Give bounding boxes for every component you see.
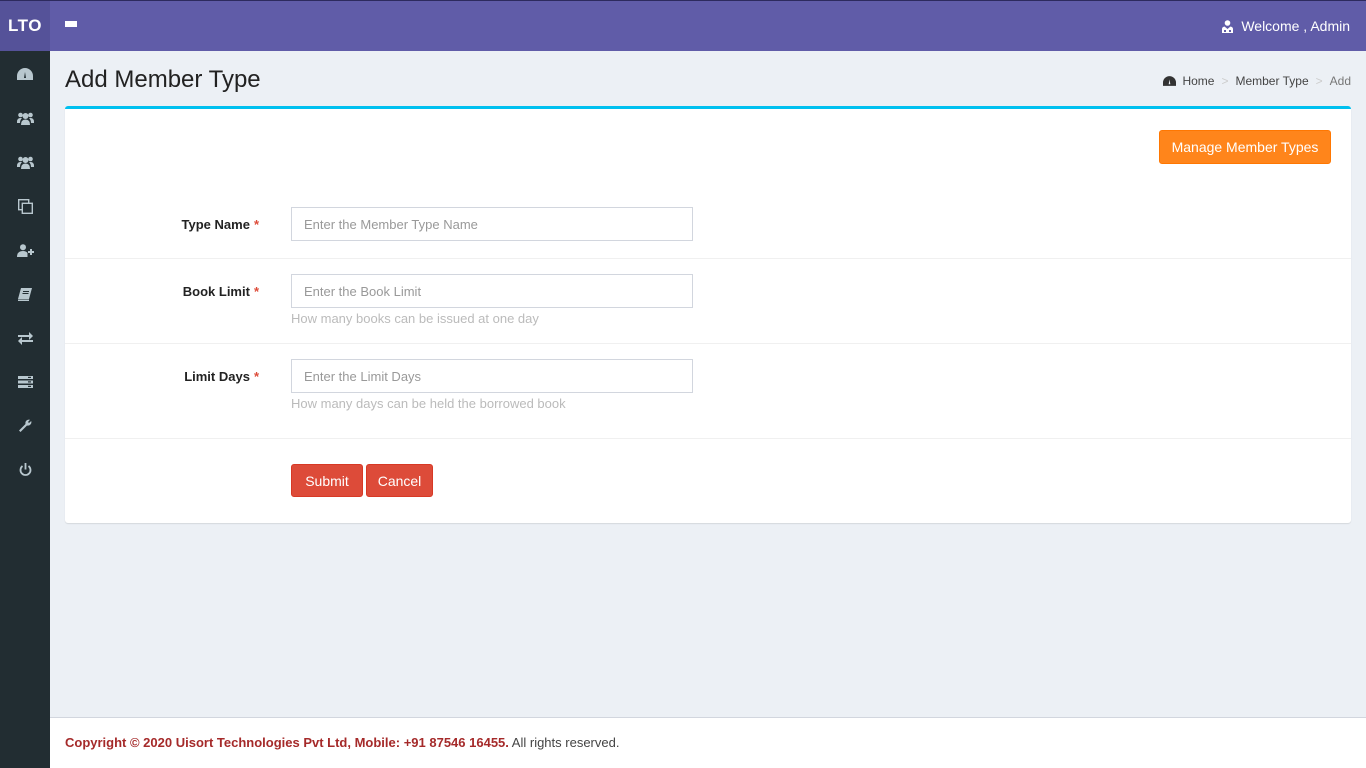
sidebar-toggle-button[interactable] <box>50 1 92 51</box>
footer: Copyright © 2020 Uisort Technologies Pvt… <box>50 717 1366 768</box>
power-icon <box>19 463 31 476</box>
required-marker: * <box>253 284 259 299</box>
sidebar-item-transactions[interactable] <box>0 316 50 360</box>
limit-days-label-text: Limit Days <box>184 369 250 384</box>
limit-days-help-text: How many days can be held the borrowed b… <box>291 396 566 411</box>
user-plus-icon <box>16 243 34 257</box>
type-name-input[interactable] <box>291 207 693 241</box>
sidebar-item-settings[interactable] <box>0 404 50 448</box>
form-group-type-name: Type Name * <box>65 207 1351 259</box>
book-limit-label: Book Limit * <box>183 284 259 299</box>
sidebar-item-books[interactable] <box>0 272 50 316</box>
sidebar-item-logout[interactable] <box>0 448 50 492</box>
dashboard-icon <box>1163 76 1177 86</box>
type-name-label-text: Type Name <box>181 217 250 232</box>
sidebar-item-add-user[interactable] <box>0 228 50 272</box>
sidebar <box>0 51 50 768</box>
book-limit-label-text: Book Limit <box>182 284 250 299</box>
sidebar-item-copies[interactable] <box>0 184 50 228</box>
users-icon <box>16 112 34 125</box>
breadcrumb-home[interactable]: Home <box>1182 74 1214 88</box>
user-tie-icon <box>1222 19 1234 33</box>
copy-icon <box>17 198 33 214</box>
limit-days-label: Limit Days * <box>184 369 259 384</box>
page-title: Add Member Type <box>65 66 261 93</box>
user-menu[interactable]: Welcome , Admin <box>1222 1 1350 51</box>
sidebar-item-dashboard[interactable] <box>0 52 50 96</box>
book-icon <box>18 287 32 301</box>
breadcrumb-separator: > <box>1221 74 1229 88</box>
dashboard-icon <box>17 68 33 80</box>
breadcrumb-member-type[interactable]: Member Type <box>1235 74 1308 88</box>
limit-days-input[interactable] <box>291 359 693 393</box>
breadcrumb-separator: > <box>1315 74 1323 88</box>
wrench-icon <box>19 419 32 432</box>
breadcrumb-current: Add <box>1329 74 1351 88</box>
type-name-label: Type Name * <box>182 217 259 232</box>
hamburger-icon <box>65 21 77 31</box>
breadcrumb: Home > Member Type > Add <box>1163 74 1351 88</box>
book-limit-help-text: How many books can be issued at one day <box>291 311 539 326</box>
sidebar-item-reports[interactable] <box>0 360 50 404</box>
exchange-icon <box>17 331 33 345</box>
form-group-book-limit: Book Limit* How many books can be issued… <box>65 259 1351 344</box>
sidebar-item-members[interactable] <box>0 96 50 140</box>
manage-member-types-button[interactable]: Manage Member Types <box>1159 130 1331 164</box>
form-box: Manage Member Types Type Name* Book Limi… <box>65 106 1351 523</box>
form-actions: Submit Cancel <box>65 439 1351 523</box>
logo[interactable]: LTO <box>0 1 50 51</box>
sidebar-item-member-types[interactable] <box>0 140 50 184</box>
content-wrapper: Add Member Type Home > Member Type > Add… <box>50 51 1366 717</box>
top-navbar: LTO Welcome , Admin <box>0 0 1366 51</box>
welcome-text: Welcome , Admin <box>1241 18 1350 34</box>
users-group-icon <box>16 156 34 169</box>
submit-button[interactable]: Submit <box>291 464 363 497</box>
footer-copyright: Copyright © 2020 Uisort Technologies Pvt… <box>65 735 509 750</box>
book-limit-input[interactable] <box>291 274 693 308</box>
list-icon <box>17 376 33 388</box>
cancel-button[interactable]: Cancel <box>366 464 433 497</box>
footer-rights: All rights reserved. <box>508 735 620 750</box>
form-group-limit-days: Limit Days* How many days can be held th… <box>65 344 1351 439</box>
required-marker: * <box>253 217 259 232</box>
required-marker: * <box>253 369 259 384</box>
